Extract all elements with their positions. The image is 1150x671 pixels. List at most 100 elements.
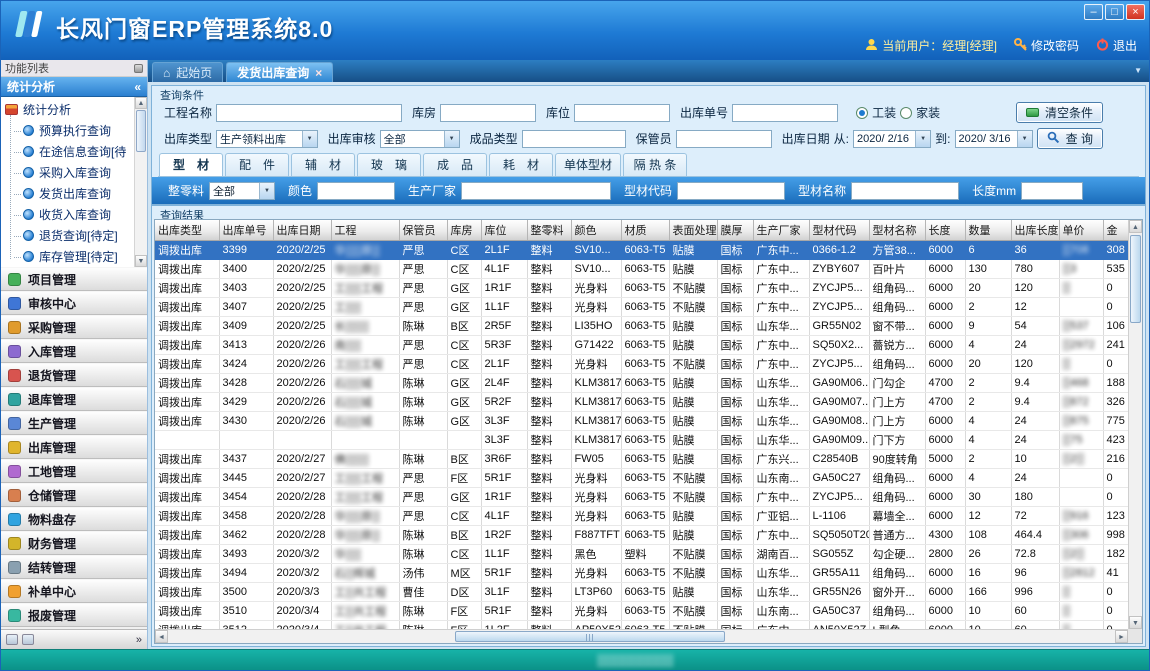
table-row[interactable]: 调拨出库34542020/2/28工▒▒工程严思G区1R1F整料光身料6063-…: [155, 488, 1128, 507]
location-input[interactable]: [574, 104, 670, 122]
scroll-up-icon[interactable]: ▲: [1129, 220, 1142, 233]
minimize-button[interactable]: –: [1084, 4, 1103, 20]
table-row[interactable]: 调拨出库35002020/3/3工▒共工程曹佳D区3L1F整料LT3P60606…: [155, 583, 1128, 602]
column-header[interactable]: 整零料: [527, 220, 571, 241]
column-header[interactable]: 型材名称: [869, 220, 925, 241]
tab-close-icon[interactable]: ×: [315, 66, 322, 80]
tree-item[interactable]: 收货入库查询: [5, 204, 133, 225]
table-row[interactable]: 调拨出库34302020/2/26石▒▒城陈琳G区3L3F整料KLM381760…: [155, 412, 1128, 431]
column-header[interactable]: 膜厚: [717, 220, 753, 241]
tree-root-node[interactable]: 统计分析: [5, 99, 133, 120]
horizontal-scrollbar[interactable]: ◄ ►: [155, 629, 1128, 643]
table-row[interactable]: 调拨出库34072020/2/25工▒▒严思G区1L1F整料光身料6063-T5…: [155, 298, 1128, 317]
table-row[interactable]: 调拨出库34372020/2/27佛▒▒▒陈琳B区3R6F整料FW056063-…: [155, 450, 1128, 469]
logout-button[interactable]: 退出: [1096, 37, 1137, 54]
profile-code-input[interactable]: [677, 182, 785, 200]
change-password-button[interactable]: 修改密码: [1014, 37, 1079, 54]
table-row[interactable]: 调拨出库34292020/2/26石▒▒城陈琳G区5R2F整料KLM381760…: [155, 393, 1128, 412]
accordion-item[interactable]: 审核中心: [1, 291, 147, 315]
maximize-button[interactable]: □: [1105, 4, 1124, 20]
table-row[interactable]: 调拨出库33992020/2/25华▒▒原▒严思C区2L1F整料SV10...6…: [155, 241, 1128, 260]
category-tab[interactable]: 配 件: [225, 153, 289, 176]
accordion-item[interactable]: 生产管理: [1, 411, 147, 435]
column-header[interactable]: 出库单号: [219, 220, 273, 241]
accordion-item[interactable]: 退库管理: [1, 387, 147, 411]
profile-name-input[interactable]: [851, 182, 959, 200]
accordion-item[interactable]: 仓储管理: [1, 483, 147, 507]
category-tab[interactable]: 隔 热 条: [623, 153, 687, 176]
accordion-item[interactable]: 项目管理: [1, 267, 147, 291]
audit-select[interactable]: 全部 ▼: [380, 130, 460, 148]
category-tab[interactable]: 玻 璃: [357, 153, 421, 176]
table-row[interactable]: 调拨出库34032020/2/25工▒▒工程严思G区1R1F整料光身料6063-…: [155, 279, 1128, 298]
tree-item[interactable]: 预算执行查询: [5, 120, 133, 141]
accordion-item[interactable]: 采购管理: [1, 315, 147, 339]
order-no-input[interactable]: [732, 104, 838, 122]
category-tab[interactable]: 型 材: [159, 153, 223, 176]
date-from-picker[interactable]: 2020/ 2/16 ▼: [853, 130, 931, 148]
tree-item[interactable]: 发货出库查询: [5, 183, 133, 204]
table-row[interactable]: 调拨出库34942020/3/2石▒辉城汤伟M区5R1F整料光身料6063-T5…: [155, 564, 1128, 583]
accordion-item[interactable]: 工地管理: [1, 459, 147, 483]
horizontal-scroll-thumb[interactable]: [455, 631, 725, 642]
close-button[interactable]: ×: [1126, 4, 1145, 20]
modules-icon[interactable]: [6, 634, 18, 645]
category-tab[interactable]: 单体型材: [555, 153, 621, 176]
scroll-right-icon[interactable]: ►: [1115, 630, 1128, 643]
category-tab[interactable]: 辅 材: [291, 153, 355, 176]
clear-conditions-button[interactable]: 清空条件: [1016, 102, 1103, 123]
table-row[interactable]: 调拨出库34622020/2/28华▒▒原▒陈琳B区1R2F整料F887TFT6…: [155, 526, 1128, 545]
product-type-input[interactable]: [522, 130, 626, 148]
color-input[interactable]: [317, 182, 395, 200]
collapse-icon[interactable]: «: [134, 80, 141, 94]
accordion-item[interactable]: 出库管理: [1, 435, 147, 459]
column-header[interactable]: 保管员: [399, 220, 447, 241]
column-header[interactable]: 材质: [621, 220, 669, 241]
table-row[interactable]: 3L3F整料KLM38176063-T5贴膜国标山东华...GA90M09...…: [155, 431, 1128, 450]
search-button[interactable]: 查 询: [1037, 128, 1103, 149]
more-icon[interactable]: »: [136, 634, 142, 646]
column-header[interactable]: 金: [1103, 220, 1128, 241]
table-row[interactable]: 调拨出库34002020/2/25华▒▒原▒严思C区4L1F整料SV10...6…: [155, 260, 1128, 279]
table-row[interactable]: 调拨出库34932020/3/2华▒▒陈琳C区1L1F整料黑色塑料不贴膜国标湖南…: [155, 545, 1128, 564]
scroll-left-icon[interactable]: ◄: [155, 630, 168, 643]
table-row[interactable]: 调拨出库34582020/2/28华▒▒原▒严思C区4L1F整料光身料6063-…: [155, 507, 1128, 526]
sidebar-section-header[interactable]: 统计分析 «: [1, 77, 147, 97]
column-header[interactable]: 型材代码: [809, 220, 869, 241]
vertical-scroll-thumb[interactable]: [1130, 235, 1141, 323]
radio-gongzhuang[interactable]: [856, 107, 868, 119]
column-header[interactable]: 颜色: [571, 220, 621, 241]
column-header[interactable]: 库房: [447, 220, 481, 241]
table-row[interactable]: 调拨出库35122020/3/4工▒共工程陈琳F区1L2F整料AP50X52..…: [155, 621, 1128, 630]
column-header[interactable]: 库位: [481, 220, 527, 241]
column-header[interactable]: 表面处理: [669, 220, 717, 241]
tab-start-page[interactable]: ⌂ 起始页: [152, 62, 223, 82]
column-header[interactable]: 单价: [1059, 220, 1103, 241]
table-row[interactable]: 调拨出库35102020/3/4工▒共工程陈琳F区5R1F整料光身料6063-T…: [155, 602, 1128, 621]
tree-scroll-thumb[interactable]: [136, 110, 146, 152]
radio-jiazhuang[interactable]: [900, 107, 912, 119]
accordion-item[interactable]: 物料盘存: [1, 507, 147, 531]
project-name-input[interactable]: [216, 104, 402, 122]
table-row[interactable]: 调拨出库34452020/2/27工▒▒工程严思F区5R1F整料光身料6063-…: [155, 469, 1128, 488]
column-header[interactable]: 工程: [331, 220, 399, 241]
maker-input[interactable]: [461, 182, 611, 200]
tab-shipping-outbound-query[interactable]: 发货出库查询 ×: [226, 62, 333, 82]
vertical-scrollbar[interactable]: ▲ ▼: [1128, 220, 1142, 629]
accordion-item[interactable]: 结转管理: [1, 555, 147, 579]
computer-icon[interactable]: [22, 634, 34, 645]
out-type-select[interactable]: 生产领料出库 ▼: [216, 130, 318, 148]
accordion-item[interactable]: 补单中心: [1, 579, 147, 603]
column-header[interactable]: 数量: [965, 220, 1011, 241]
scroll-down-icon[interactable]: ▼: [135, 255, 147, 267]
column-header[interactable]: 出库长度: [1011, 220, 1059, 241]
accordion-item[interactable]: 入库管理: [1, 339, 147, 363]
keeper-input[interactable]: [676, 130, 772, 148]
whole-part-select[interactable]: 全部 ▼: [209, 182, 275, 200]
table-row[interactable]: 调拨出库34242020/2/26工▒▒工程严思C区2L1F整料光身料6063-…: [155, 355, 1128, 374]
pin-icon[interactable]: [134, 64, 143, 73]
column-header[interactable]: 出库日期: [273, 220, 331, 241]
accordion-item[interactable]: 报废管理: [1, 603, 147, 627]
column-header[interactable]: 生产厂家: [753, 220, 809, 241]
table-row[interactable]: 调拨出库34132020/2/26南▒▒严思C区5R3F整料G714226063…: [155, 336, 1128, 355]
